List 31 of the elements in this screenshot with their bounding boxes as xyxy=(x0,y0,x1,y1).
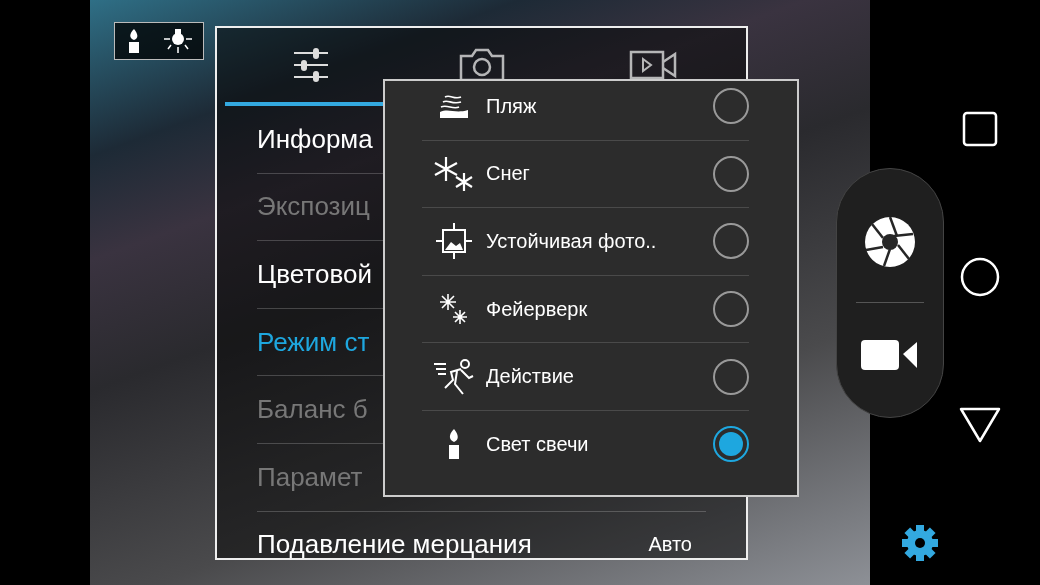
scene-mode-option[interactable]: Действие xyxy=(486,365,713,389)
fireworks-icon xyxy=(438,292,470,327)
scene-mode-option[interactable]: Свет свечи xyxy=(486,432,713,456)
video-camera-icon xyxy=(628,50,677,80)
scene-mode-option[interactable]: Фейерверк xyxy=(486,297,713,321)
setting-item[interactable]: Информа xyxy=(257,123,373,155)
radio-button[interactable] xyxy=(713,88,749,125)
radio-button[interactable] xyxy=(713,155,749,192)
setting-item[interactable]: Подавление мерцания xyxy=(257,529,532,558)
scene-mode-option[interactable]: Снег xyxy=(486,162,713,186)
back-triangle-icon[interactable] xyxy=(959,407,1001,443)
framed-picture-icon xyxy=(436,223,472,260)
settings-icon[interactable] xyxy=(901,524,939,562)
video-camera-icon[interactable] xyxy=(861,337,919,370)
radio-button[interactable] xyxy=(713,358,749,395)
setting-value: Авто xyxy=(648,533,692,557)
radio-button[interactable] xyxy=(713,223,749,260)
scene-mode-option[interactable]: Устойчивая фото.. xyxy=(486,230,713,253)
running-person-icon xyxy=(433,357,475,396)
sliders-icon xyxy=(291,48,330,82)
scene-mode-option[interactable]: Пляж xyxy=(486,94,713,118)
setting-item[interactable]: Цветовой xyxy=(257,259,372,290)
home-circle-icon[interactable] xyxy=(960,257,1000,297)
radio-button[interactable] xyxy=(713,426,749,463)
radio-button[interactable] xyxy=(713,291,749,328)
waves-icon xyxy=(439,94,469,119)
shutter-icon[interactable] xyxy=(864,216,916,269)
recents-square-icon[interactable] xyxy=(962,111,998,147)
setting-item[interactable]: Режим ст xyxy=(257,326,370,358)
candle-icon xyxy=(446,429,462,460)
light-bulb-icon xyxy=(162,28,193,54)
